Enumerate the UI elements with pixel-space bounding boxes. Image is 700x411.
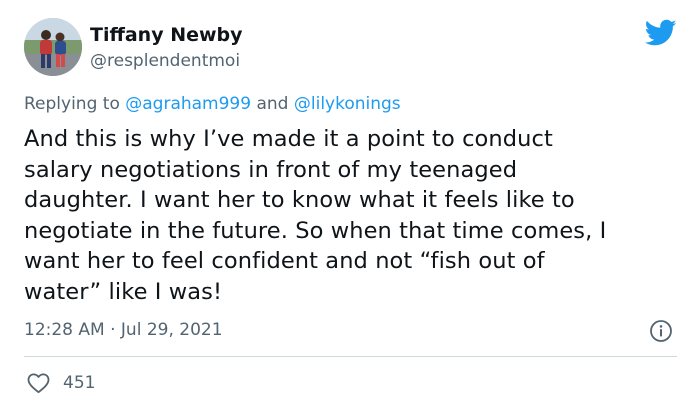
replying-to-prefix: Replying to [24, 94, 120, 114]
tweet-text-line: salary negotiations in front of my teena… [24, 156, 518, 183]
mention-link-lilykonings[interactable]: @lilykonings [294, 94, 401, 114]
tweet-timestamp[interactable]: 12:28 AM · Jul 29, 2021 [24, 320, 223, 340]
twitter-bird-icon[interactable] [644, 19, 677, 47]
like-count: 451 [63, 373, 96, 393]
tweet-text-line: daughter. I want her to know what it fee… [24, 187, 575, 214]
author-handle[interactable]: @resplendentmoi [90, 51, 240, 71]
tweet-text-line: want her to feel confident and not “fish… [24, 248, 545, 275]
heart-icon [27, 373, 50, 394]
tweet-text: And this is why I’ve made it a point to … [24, 124, 684, 308]
avatar[interactable] [24, 18, 82, 76]
mention-link-agraham999[interactable]: @agraham999 [125, 94, 251, 114]
tweet-card: Tiffany Newby @resplendentmoi Replying t… [0, 0, 700, 411]
tweet-text-line: negotiate in the future. So when that ti… [24, 217, 607, 244]
avatar-photo [24, 18, 82, 76]
divider [24, 356, 677, 357]
author-display-name[interactable]: Tiffany Newby [90, 24, 243, 46]
tweet-text-line: water” like I was! [24, 278, 223, 305]
replying-to: Replying to @agraham999 and @lilykonings [24, 94, 401, 114]
info-icon[interactable] [649, 319, 673, 343]
replying-to-joiner: and [256, 94, 289, 114]
like-button[interactable]: 451 [26, 370, 95, 396]
tweet-text-line: And this is why I’ve made it a point to … [24, 126, 553, 152]
